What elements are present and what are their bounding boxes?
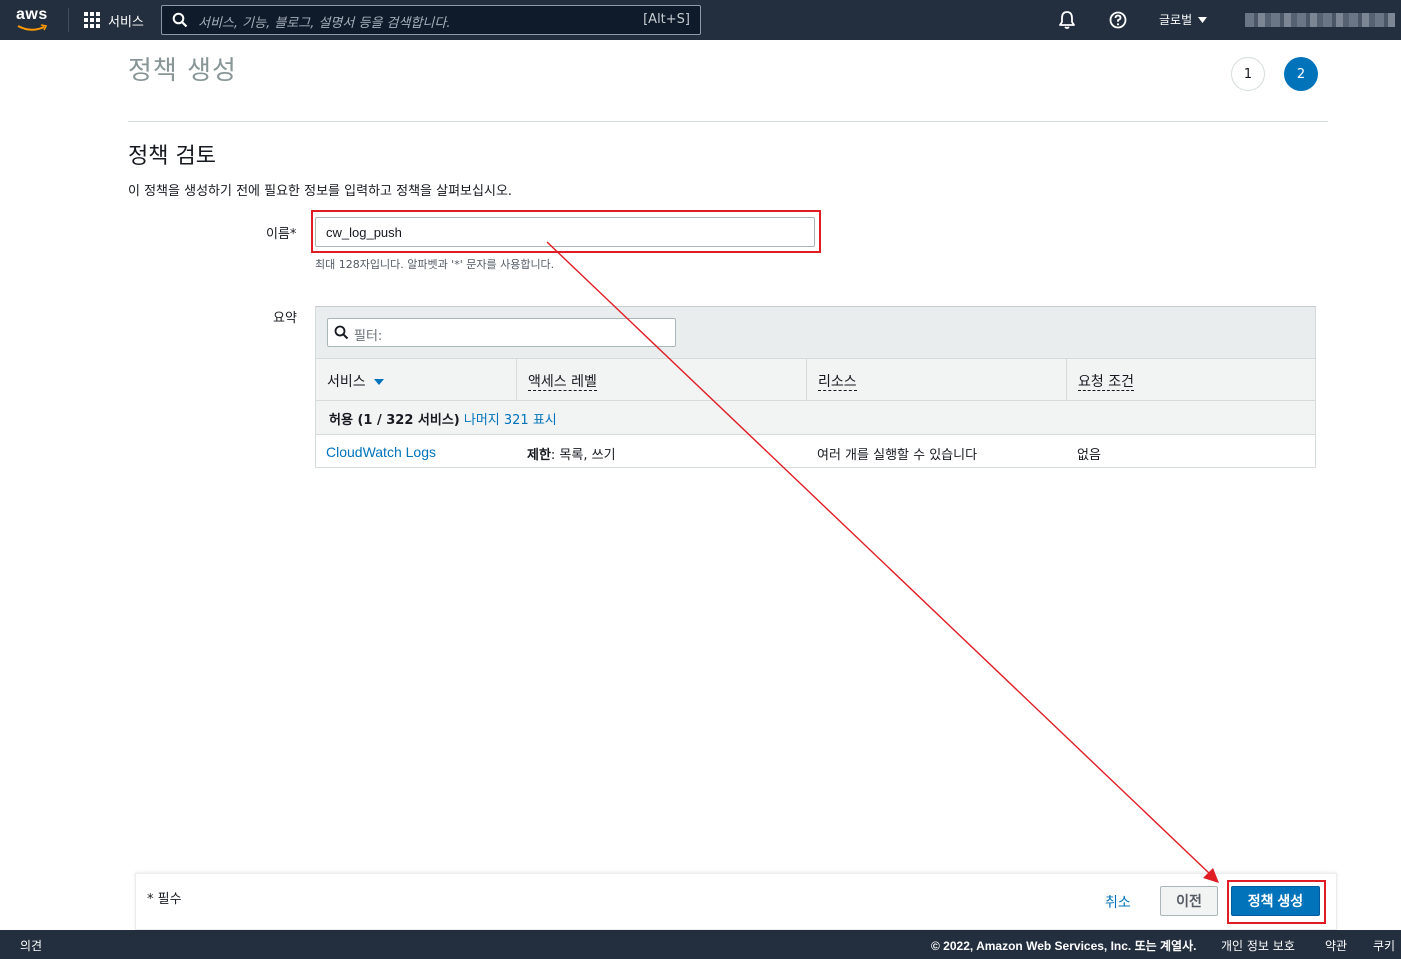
action-bar [135,873,1337,930]
annotation-highlight-create [1227,880,1326,924]
top-navigation: aws 서비스 서비스, 기능, 블로그, 설명서 등을 검색합니다. [Alt… [0,0,1401,40]
column-header-request-condition[interactable]: 요청 조건 [1066,359,1315,401]
table-header: 서비스 액세스 레벨 리소스 요청 조건 [316,358,1315,401]
step-indicator-2-active: 2 [1284,57,1318,91]
column-header-access-level[interactable]: 액세스 레벨 [516,359,806,401]
feedback-link[interactable]: 의견 [20,937,42,954]
column-header-label: 서비스 [327,374,366,390]
table-row: CloudWatch Logs 제한: 목록, 쓰기 여러 개를 실행할 수 있… [316,435,1315,468]
header-divider [128,121,1328,122]
account-menu-redacted[interactable] [1245,13,1395,27]
services-menu-button[interactable]: 서비스 [84,10,144,30]
group-label: 허용 (1 / 322 서비스) [329,413,460,428]
bell-icon[interactable] [1058,10,1076,30]
search-placeholder: 서비스, 기능, 블로그, 설명서 등을 검색합니다. [198,16,451,31]
search-icon [334,325,349,340]
step-indicator-1: 1 [1231,57,1265,91]
grid-icon [84,12,100,28]
column-header-label: 리소스 [818,374,857,391]
sort-caret-icon [373,379,384,385]
search-shortcut: [Alt+S] [643,12,690,27]
terms-link[interactable]: 약관 [1325,937,1347,954]
copyright-text: © 2022, Amazon Web Services, Inc. 또는 계열사… [931,939,1197,953]
page-title: 정책 생성 [128,56,237,86]
logo-text: aws [16,6,48,23]
name-label: 이름* [266,227,297,242]
logo-smile-icon [17,24,48,31]
column-header-service[interactable]: 서비스 [316,359,516,401]
show-remaining-link[interactable]: 나머지 321 표시 [464,413,557,428]
group-row-allow: 허용 (1 / 322 서비스) 나머지 321 표시 [316,401,1315,435]
previous-button[interactable]: 이전 [1160,886,1218,916]
summary-label: 요약 [273,311,297,326]
filter-input[interactable]: 필터: [327,318,676,347]
privacy-link[interactable]: 개인 정보 보호 [1221,937,1295,954]
section-description: 이 정책을 생성하기 전에 필요한 정보를 입력하고 정책을 살펴보십시오. [128,184,513,199]
section-title: 정책 검토 [128,144,216,169]
help-icon[interactable] [1108,10,1128,30]
aws-logo[interactable]: aws [16,7,52,33]
resource-cell: 여러 개를 실행할 수 있습니다 [817,448,978,463]
region-selector[interactable]: 글로벌 [1159,11,1208,28]
access-level-rest: : 목록, 쓰기 [550,448,616,463]
region-label: 글로벌 [1159,13,1193,27]
nav-divider [68,8,69,32]
column-header-label: 요청 조건 [1078,374,1134,391]
column-header-resource[interactable]: 리소스 [806,359,1066,401]
search-input[interactable]: 서비스, 기능, 블로그, 설명서 등을 검색합니다. [Alt+S] [161,5,701,35]
required-note: * 필수 [147,892,182,907]
search-icon [172,12,188,28]
access-level-bold: 제한 [527,448,551,463]
caret-down-icon [1198,16,1208,23]
cookies-link[interactable]: 쿠키 [1373,937,1395,954]
footer-bar: 의견 © 2022, Amazon Web Services, Inc. 또는 … [0,930,1401,959]
name-hint: 최대 128자입니다. 알파벳과 '*' 문자를 사용합니다. [315,258,555,271]
column-header-label: 액세스 레벨 [528,374,597,391]
cancel-button[interactable]: 취소 [1105,892,1131,912]
condition-cell: 없음 [1077,448,1101,463]
service-link[interactable]: CloudWatch Logs [326,444,436,460]
services-label: 서비스 [108,14,144,30]
filter-placeholder: 필터: [354,329,383,344]
access-level-cell: 제한: 목록, 쓰기 [527,444,616,463]
annotation-highlight-name [311,210,821,253]
filter-bar: 필터: [316,307,1315,358]
summary-table: 필터: 서비스 액세스 레벨 리소스 요청 조건 허용 (1 / 322 서비스… [315,306,1316,468]
